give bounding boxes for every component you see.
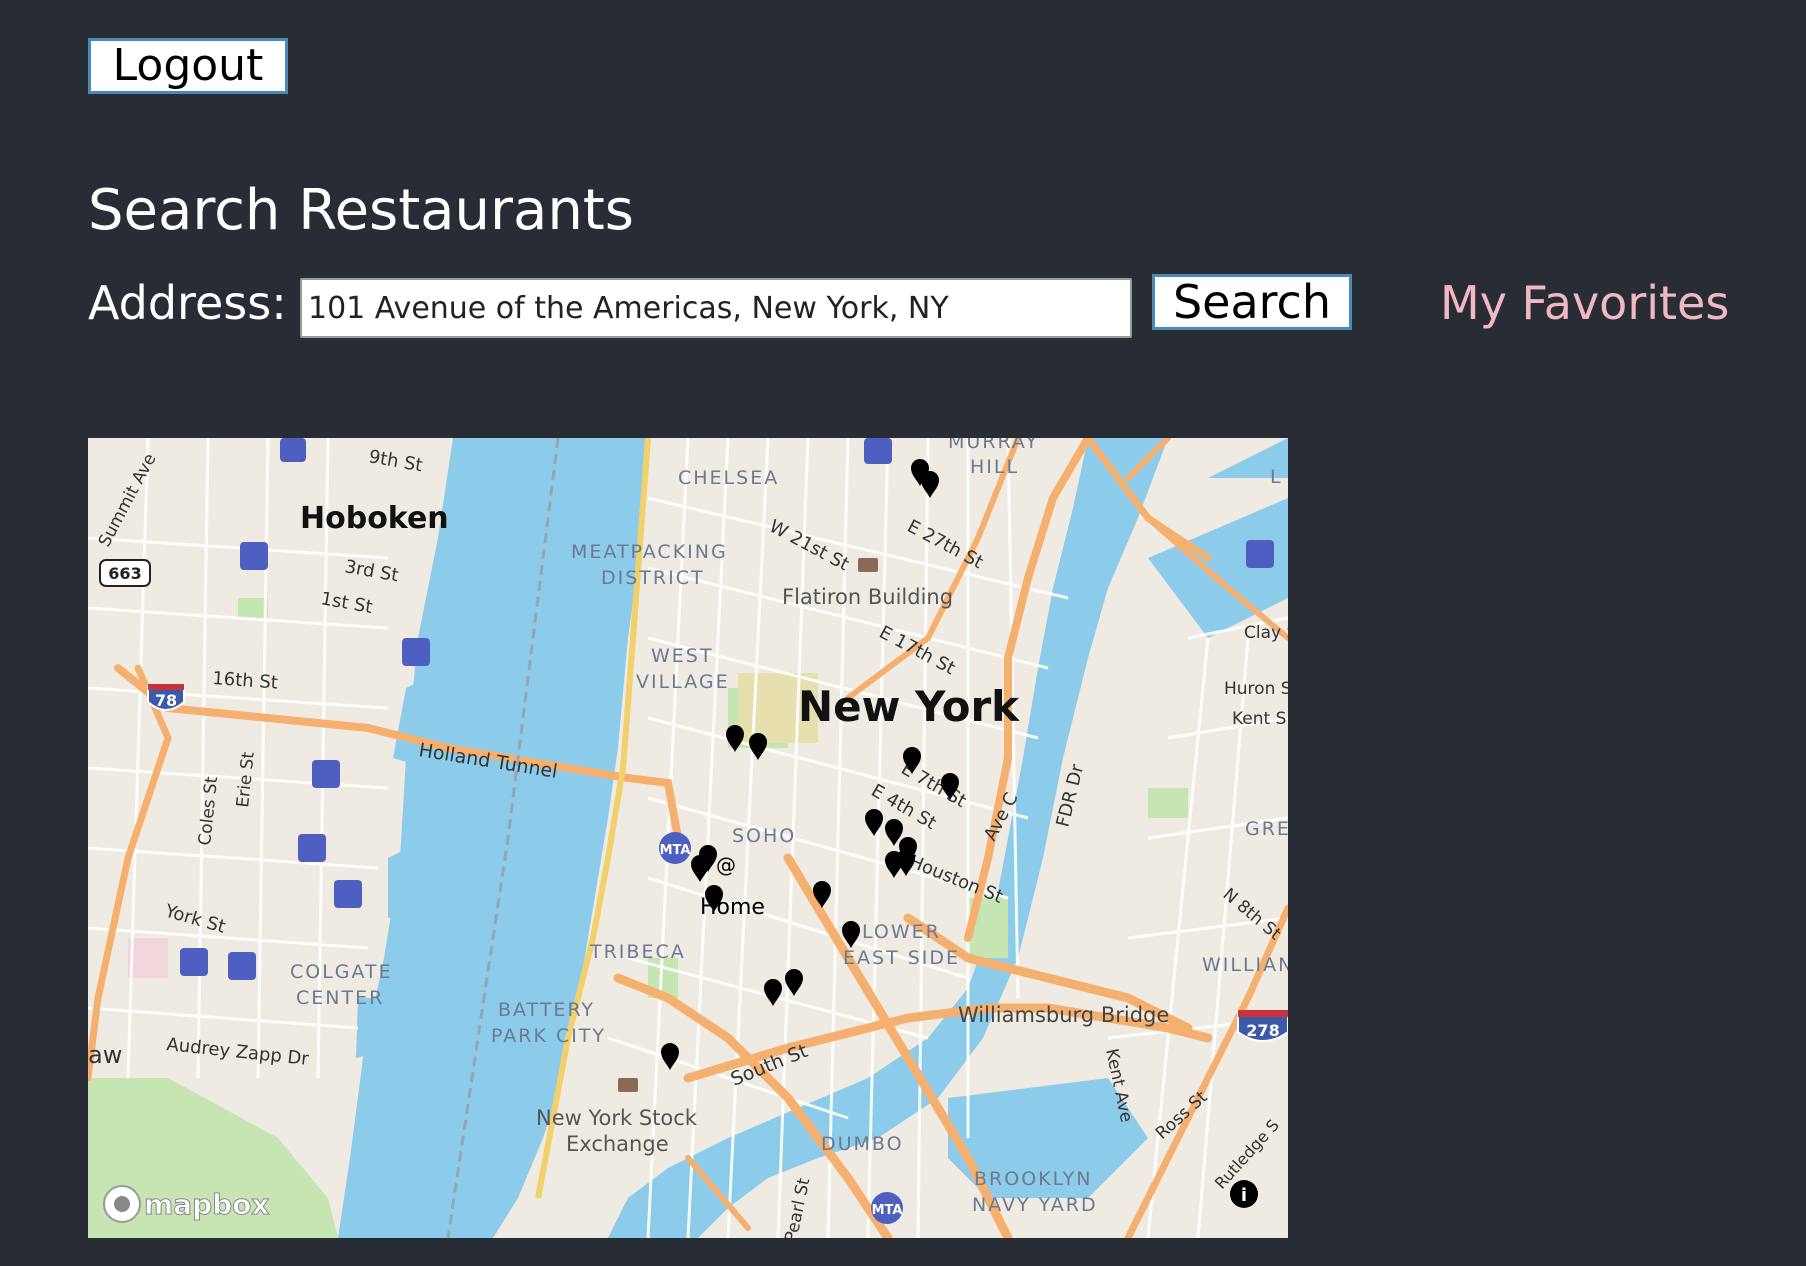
restaurant-map[interactable]: Hoboken New York CHELSEA MURRAY HILL MEA… (88, 438, 1288, 1238)
label-new-york: New York (798, 682, 1020, 731)
label-huron: Huron S (1224, 679, 1288, 699)
label-williamsburg: Williamsburg Bridge (958, 1003, 1169, 1027)
my-favorites-link[interactable]: My Favorites (1440, 270, 1729, 336)
label-brooklyn: BROOKLYN (974, 1168, 1093, 1190)
svg-text:i: i (1241, 1185, 1247, 1206)
landuse (128, 938, 168, 978)
address-input[interactable] (300, 278, 1132, 338)
mapbox-logo[interactable]: mapbox (103, 1185, 270, 1223)
svg-text:78: 78 (155, 691, 177, 710)
label-l: L (1270, 466, 1281, 488)
label-murray: MURRAY (948, 438, 1039, 453)
label-clay: Clay S (1244, 623, 1288, 643)
search-button[interactable]: Search (1152, 274, 1352, 330)
shield-278: 278 (1237, 1010, 1288, 1042)
svg-text:mapbox: mapbox (144, 1188, 269, 1221)
label-willian: WILLIAN (1202, 954, 1288, 976)
label-park-city: PARK CITY (491, 1025, 606, 1047)
svg-text:MTA: MTA (660, 843, 691, 858)
label-colgate: COLGATE (290, 961, 393, 983)
svg-text:MTA: MTA (872, 1203, 903, 1218)
label-hill: HILL (970, 456, 1019, 478)
label-village: VILLAGE (636, 671, 730, 693)
address-label: Address: (88, 276, 287, 330)
label-center: CENTER (296, 987, 384, 1009)
label-kent: Kent S (1232, 709, 1286, 729)
home-label: Home (700, 895, 765, 920)
label-west: WEST (651, 645, 713, 667)
label-navy-yard: NAVY YARD (972, 1194, 1098, 1216)
shield-663: 663 (99, 559, 151, 587)
svg-text:278: 278 (1246, 1021, 1279, 1040)
shield-78: 78 (147, 684, 185, 711)
mta-icon: MTA (659, 832, 691, 864)
label-lower: LOWER (862, 921, 941, 943)
label-soho: SOHO (732, 825, 796, 847)
info-button[interactable]: i (1230, 1180, 1258, 1208)
label-district: DISTRICT (601, 567, 705, 589)
label-gre: GRE (1245, 818, 1288, 840)
svg-text:663: 663 (108, 564, 141, 583)
label-tribeca: TRIBECA (589, 941, 686, 963)
label-aw: aw (88, 1041, 122, 1069)
label-east-side: EAST SIDE (843, 947, 960, 969)
label-stock-2: Exchange (566, 1132, 669, 1156)
label-dumbo: DUMBO (821, 1133, 904, 1155)
mta-icon-dumbo: MTA (871, 1192, 903, 1224)
label-stock-1: New York Stock (536, 1106, 698, 1130)
label-flatiron: Flatiron Building (782, 585, 953, 609)
label-hoboken: Hoboken (300, 501, 449, 536)
label-chelsea: CHELSEA (678, 467, 779, 489)
page-title: Search Restaurants (88, 178, 634, 243)
label-meatpacking: MEATPACKING (571, 541, 728, 563)
label-battery: BATTERY (498, 999, 595, 1021)
logout-button[interactable]: Logout (88, 38, 288, 94)
home-at-marker: @ (716, 853, 736, 877)
